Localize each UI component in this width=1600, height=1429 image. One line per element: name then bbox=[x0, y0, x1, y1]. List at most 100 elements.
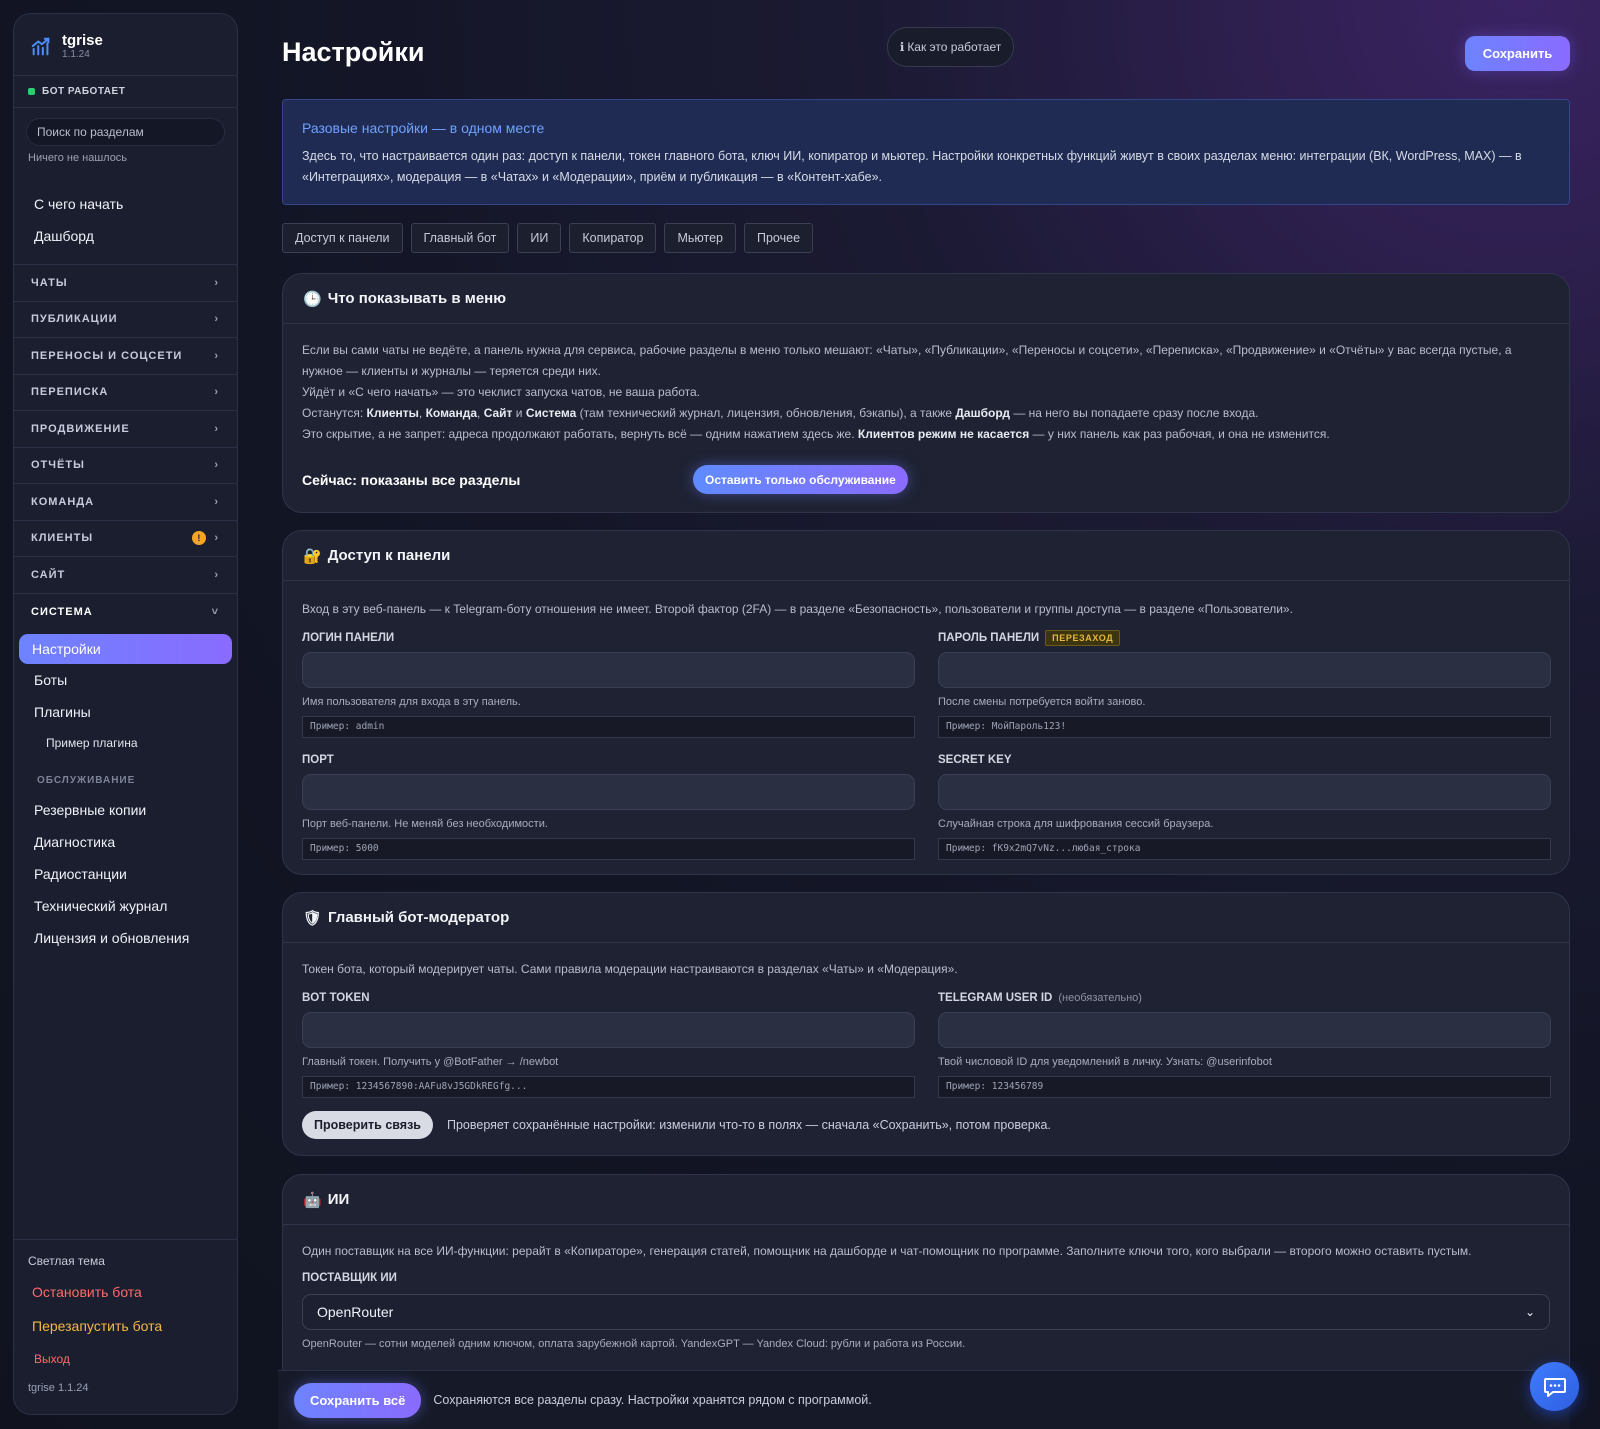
chevron-right-icon: › bbox=[214, 459, 219, 472]
group-label: ПЕРЕПИСКА bbox=[31, 386, 109, 399]
ai-description: Один поставщик на все ИИ-функции: рерайт… bbox=[302, 1244, 1472, 1258]
sidebar-item-getting-started[interactable]: С чего начать bbox=[14, 188, 237, 220]
lock-icon: 🔐 bbox=[303, 547, 322, 565]
info-title: Разовые настройки — в одном месте bbox=[302, 120, 545, 136]
save-button[interactable]: Сохранить bbox=[1465, 36, 1570, 71]
info-text: Здесь то, что настраивается один раз: до… bbox=[302, 149, 1522, 184]
service-only-button[interactable]: Оставить только обслуживание bbox=[693, 465, 908, 494]
status-dot-icon bbox=[28, 88, 35, 95]
save-all-button[interactable]: Сохранить всё bbox=[294, 1382, 422, 1418]
brand[interactable]: tgrise 1.1.24 bbox=[14, 14, 237, 76]
restart-bot-button[interactable]: Перезапустить бота bbox=[28, 1318, 223, 1340]
secret-label: SECRET KEY bbox=[938, 754, 1012, 766]
token-example: Пример: 1234567890:AAFu8vJ5GDkREGfg... bbox=[302, 1076, 915, 1098]
menu-visibility-card: 🕒 Что показывать в меню Если вы сами чат… bbox=[282, 273, 1570, 513]
uid-example: Пример: 123456789 bbox=[938, 1076, 1551, 1098]
sidebar-item-settings[interactable]: Настройки bbox=[19, 634, 232, 664]
brand-version: 1.1.24 bbox=[62, 49, 90, 60]
sidebar-footer: Светлая тема Остановить бота Перезапусти… bbox=[14, 1239, 237, 1414]
sidebar-item-dashboard[interactable]: Дашборд bbox=[14, 220, 237, 252]
logout-button[interactable]: Выход bbox=[28, 1352, 223, 1368]
chevron-down-icon: ˅ bbox=[211, 605, 219, 618]
check-note: Проверяет сохранённые настройки: изменил… bbox=[447, 1118, 1051, 1132]
tab-access[interactable]: Доступ к панели bbox=[282, 223, 403, 253]
provider-hint: OpenRouter — сотни моделей одним ключом,… bbox=[302, 1338, 966, 1350]
sidebar-item-plugins[interactable]: Плагины bbox=[14, 696, 237, 728]
page-title: Настройки bbox=[282, 37, 425, 67]
group-label: ЧАТЫ bbox=[31, 276, 68, 289]
stop-bot-button[interactable]: Остановить бота bbox=[28, 1284, 223, 1306]
info-icon: ℹ bbox=[899, 40, 905, 54]
tab-other[interactable]: Прочее bbox=[744, 223, 814, 253]
how-it-works-button[interactable]: ℹ Как это работает bbox=[887, 27, 1014, 67]
token-hint: Главный токен. Получить у @BotFather → /… bbox=[302, 1056, 559, 1068]
theme-toggle[interactable]: Светлая тема bbox=[28, 1254, 223, 1272]
port-label: ПОРТ bbox=[302, 754, 334, 766]
uid-label: TELEGRAM USER ID (необязательно) bbox=[938, 992, 1142, 1004]
sidebar-group-clients[interactable]: КЛИЕНТЫ! › bbox=[14, 521, 237, 557]
search-input[interactable] bbox=[37, 125, 214, 139]
sidebar-item-diagnostics[interactable]: Диагностика bbox=[14, 826, 237, 858]
chevron-right-icon: › bbox=[214, 349, 219, 362]
login-input[interactable] bbox=[302, 652, 915, 688]
tab-ai[interactable]: ИИ bbox=[517, 223, 562, 253]
sidebar-search[interactable] bbox=[26, 118, 225, 146]
card-header: 🔐 Доступ к панели bbox=[283, 531, 1569, 581]
menu-status-row: Сейчас: показаны все разделы Оставить то… bbox=[302, 465, 1550, 494]
login-hint: Имя пользователя для входа в эту панель. bbox=[302, 696, 521, 708]
menu-text-4: Это скрытие, а не запрет: адреса продолж… bbox=[302, 427, 1330, 441]
main-bot-card: 🛡 Главный бот-модератор Токен бота, кото… bbox=[282, 892, 1570, 1156]
chat-assistant-button[interactable] bbox=[1530, 1362, 1579, 1411]
telegram-user-id-input[interactable] bbox=[938, 1012, 1551, 1048]
chevron-down-icon: ⌄ bbox=[1524, 1305, 1535, 1319]
secret-field-group: SECRET KEY Случайная строка для шифрован… bbox=[938, 742, 1551, 860]
ai-provider-select[interactable]: OpenRouter ⌄ bbox=[302, 1294, 1550, 1330]
card-title: ИИ bbox=[327, 1191, 350, 1208]
group-label: ПУБЛИКАЦИИ bbox=[31, 313, 118, 326]
port-input[interactable] bbox=[302, 774, 915, 810]
sidebar-group-site[interactable]: САЙТ › bbox=[14, 557, 237, 594]
sidebar-item-bots[interactable]: Боты bbox=[14, 664, 237, 696]
group-label: СИСТЕМА bbox=[31, 605, 93, 618]
menu-text-3: Останутся: Клиенты, Команда, Сайт и Сист… bbox=[302, 406, 1259, 420]
chevron-right-icon: › bbox=[214, 495, 219, 508]
sidebar-subheading-service: ОБСЛУЖИВАНИЕ bbox=[37, 775, 136, 786]
sidebar-group-reports[interactable]: ОТЧЁТЫ › bbox=[14, 448, 237, 484]
sidebar-group-transfers[interactable]: ПЕРЕНОСЫ И СОЦСЕТИ › bbox=[14, 338, 237, 375]
bot-token-input[interactable] bbox=[302, 1012, 915, 1048]
search-empty-text: Ничего не нашлось bbox=[28, 152, 128, 164]
secret-input[interactable] bbox=[938, 774, 1551, 810]
sidebar-group-team[interactable]: КОМАНДА › bbox=[14, 484, 237, 521]
sidebar-item-backups[interactable]: Резервные копии bbox=[14, 794, 237, 826]
token-label: BOT TOKEN bbox=[302, 992, 370, 1004]
shield-icon: 🛡 bbox=[303, 909, 323, 927]
sidebar-item-radio[interactable]: Радиостанции bbox=[14, 858, 237, 890]
sidebar-item-license[interactable]: Лицензия и обновления bbox=[14, 922, 237, 954]
secret-example: Пример: fK9x2mQ7vNz...любая_строка bbox=[938, 838, 1551, 860]
sidebar: tgrise 1.1.24 БОТ РАБОТАЕТ Ничего не наш… bbox=[13, 13, 238, 1415]
clock-icon: 🕒 bbox=[303, 290, 322, 308]
sidebar-group-system[interactable]: СИСТЕМА ˅ bbox=[14, 594, 237, 631]
login-label: ЛОГИН ПАНЕЛИ bbox=[302, 632, 395, 644]
tab-main-bot[interactable]: Главный бот bbox=[410, 223, 510, 253]
tab-muter[interactable]: Мьютер bbox=[664, 223, 736, 253]
chevron-right-icon: › bbox=[214, 532, 219, 545]
sidebar-group-chats[interactable]: ЧАТЫ › bbox=[14, 265, 237, 302]
card-title: Доступ к панели bbox=[327, 547, 451, 564]
sidebar-group-promotion[interactable]: ПРОДВИЖЕНИЕ › bbox=[14, 411, 237, 448]
uid-field-group: TELEGRAM USER ID (необязательно) Твой чис… bbox=[938, 980, 1551, 1098]
group-label: ПРОДВИЖЕНИЕ bbox=[31, 422, 130, 435]
sidebar-item-techlog[interactable]: Технический журнал bbox=[14, 890, 237, 922]
group-label: КЛИЕНТЫ bbox=[31, 532, 94, 545]
sidebar-item-plugin-example[interactable]: Пример плагина bbox=[14, 728, 237, 758]
port-hint: Порт веб-панели. Не меняй без необходимо… bbox=[302, 818, 548, 830]
sidebar-group-messages[interactable]: ПЕРЕПИСКА › bbox=[14, 375, 237, 411]
bot-status: БОТ РАБОТАЕТ bbox=[14, 76, 237, 108]
optional-note: (необязательно) bbox=[1058, 992, 1142, 1004]
tab-copier[interactable]: Копиратор bbox=[569, 223, 657, 253]
password-input[interactable] bbox=[938, 652, 1551, 688]
chart-up-icon bbox=[31, 37, 50, 55]
check-connection-button[interactable]: Проверить связь bbox=[302, 1111, 433, 1139]
brand-name: tgrise bbox=[62, 32, 103, 49]
sidebar-group-publications[interactable]: ПУБЛИКАЦИИ › bbox=[14, 302, 237, 338]
